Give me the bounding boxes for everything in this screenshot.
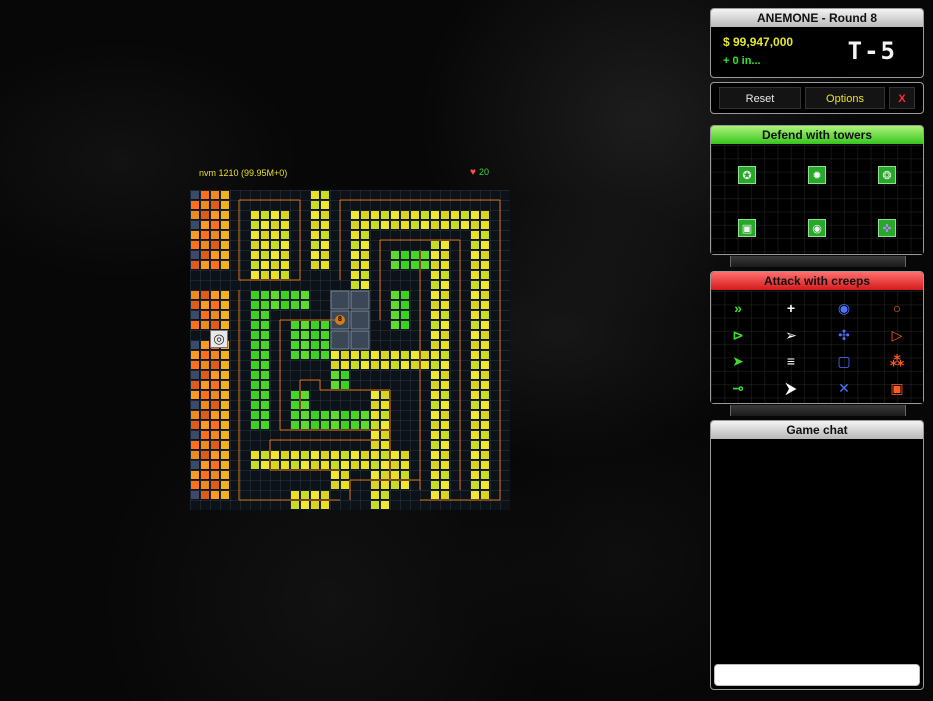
sniper-tower-icon[interactable]: ✜ — [878, 219, 896, 237]
chat-input[interactable] — [714, 664, 920, 686]
heart-icon: ♥ — [470, 167, 476, 178]
stream-creep-icon[interactable]: ≡ — [782, 352, 800, 370]
cluster-creep-icon[interactable]: ⁂ — [888, 352, 906, 370]
creeps-panel: Attack with creeps » + ◉ ○ ⊳ ➢ ✣ ▷ ➤ ≡ ▢ ⁂ ⊸ ⮞ ✕ ▣ — [710, 271, 924, 404]
chat-title: Game chat — [711, 421, 923, 439]
frost-tower-icon[interactable]: ❂ — [878, 166, 896, 184]
base-core-icon: 8 — [335, 315, 345, 325]
round-timer: T-5 — [847, 37, 897, 65]
options-button[interactable]: Options — [805, 87, 885, 109]
game-title: ANEMONE - Round 8 — [711, 9, 923, 27]
x-creep-icon[interactable]: ✕ — [835, 379, 853, 397]
status-panel: ANEMONE - Round 8 $ 99,947,000 + 0 in...… — [710, 8, 924, 78]
lives-counter: ♥ 20 — [470, 167, 489, 178]
tower-palette: ✪ ✹ ❂ ▣ ◉ ✜ — [711, 145, 923, 254]
splash-tower-icon[interactable]: ◉ — [808, 219, 826, 237]
chat-log — [711, 440, 923, 661]
income-value: + 0 in... — [723, 55, 761, 67]
box-creep-icon[interactable]: ▣ — [888, 379, 906, 397]
money-value: $ 99,947,000 — [723, 35, 794, 49]
panel-connector — [730, 405, 906, 416]
creep-path — [238, 199, 501, 501]
triangle-creep-icon[interactable]: ▷ — [888, 326, 906, 344]
burst-tower-icon[interactable]: ✹ — [808, 166, 826, 184]
jet-creep-icon[interactable]: ➢ — [782, 326, 800, 344]
eye-creep-icon[interactable]: ⊸ — [729, 379, 747, 397]
towers-panel: Defend with towers ✪ ✹ ❂ ▣ ◉ ✜ — [710, 125, 924, 255]
square-creep-icon[interactable]: ▢ — [835, 352, 853, 370]
lives-value: 20 — [478, 167, 489, 177]
player-score-label: nvm 1210 (99.95M+0) — [199, 168, 288, 178]
close-button[interactable]: X — [889, 87, 915, 109]
control-bar: Reset Options X — [710, 82, 924, 114]
creep-palette: » + ◉ ○ ⊳ ➢ ✣ ▷ ➤ ≡ ▢ ⁂ ⊸ ⮞ ✕ ▣ — [711, 291, 923, 403]
ring-creep-icon[interactable]: ○ — [888, 299, 906, 317]
block-tower-icon[interactable]: ▣ — [738, 219, 756, 237]
game-board[interactable]: ◎ 8 — [190, 190, 510, 510]
cross-creep-icon[interactable]: + — [782, 299, 800, 317]
creep-spawn-icon: ◎ — [210, 330, 228, 348]
creeps-title: Attack with creeps — [711, 272, 923, 290]
panel-connector — [730, 256, 906, 267]
arrow-creep-icon[interactable]: ⊳ — [729, 326, 747, 344]
glider-creep-icon[interactable]: ⮞ — [782, 379, 800, 397]
towers-title: Defend with towers — [711, 126, 923, 144]
gatling-tower-icon[interactable]: ✪ — [738, 166, 756, 184]
fast-creep-icon[interactable]: » — [729, 299, 747, 317]
dart-creep-icon[interactable]: ➤ — [729, 352, 747, 370]
spiral-creep-icon[interactable]: ✣ — [835, 326, 853, 344]
orb-creep-icon[interactable]: ◉ — [835, 299, 853, 317]
chat-panel: Game chat — [710, 420, 924, 690]
reset-button[interactable]: Reset — [719, 87, 801, 109]
